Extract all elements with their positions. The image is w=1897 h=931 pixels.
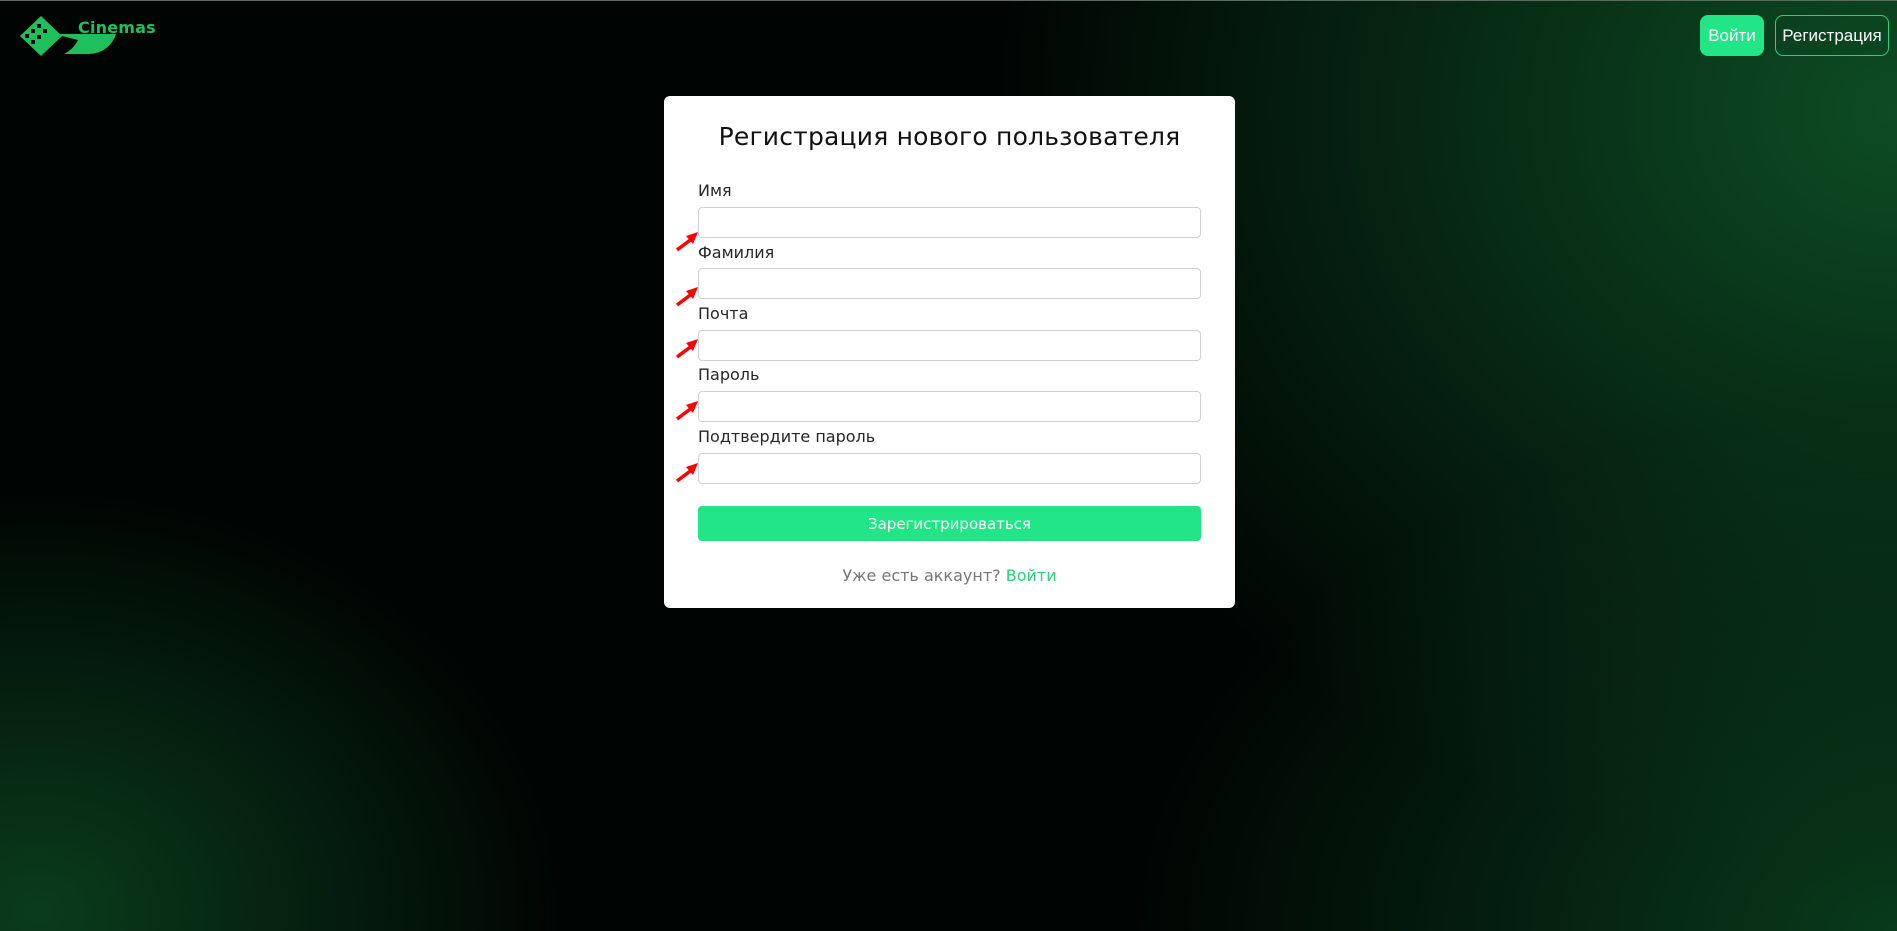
logo-text: Cinemas [78, 18, 156, 37]
register-submit-button[interactable]: Зарегистрироваться [698, 506, 1201, 541]
email-label: Почта [698, 304, 749, 323]
last-name-input[interactable] [698, 268, 1201, 299]
password-input[interactable] [698, 391, 1201, 422]
first-name-label: Имя [698, 181, 732, 200]
password-label: Пароль [698, 365, 760, 384]
registration-card: Регистрация нового пользователя Имя Фами… [664, 96, 1235, 608]
email-input[interactable] [698, 330, 1201, 361]
page-title: Регистрация нового пользователя [718, 122, 1181, 151]
last-name-label: Фамилия [698, 243, 775, 262]
login-prompt-text: Уже есть аккаунт? [842, 566, 1001, 585]
login-prompt: Уже есть аккаунт? Войти [664, 566, 1235, 585]
header-register-button[interactable]: Регистрация [1775, 15, 1889, 56]
cinemas-logo[interactable]: Cinemas [20, 10, 156, 56]
window-top-border [0, 0, 1897, 1]
confirm-password-input[interactable] [698, 453, 1201, 484]
first-name-input[interactable] [698, 207, 1201, 238]
header-login-button[interactable]: Войти [1700, 15, 1764, 56]
login-link[interactable]: Войти [1006, 566, 1057, 585]
confirm-password-label: Подтвердите пароль [698, 427, 876, 446]
